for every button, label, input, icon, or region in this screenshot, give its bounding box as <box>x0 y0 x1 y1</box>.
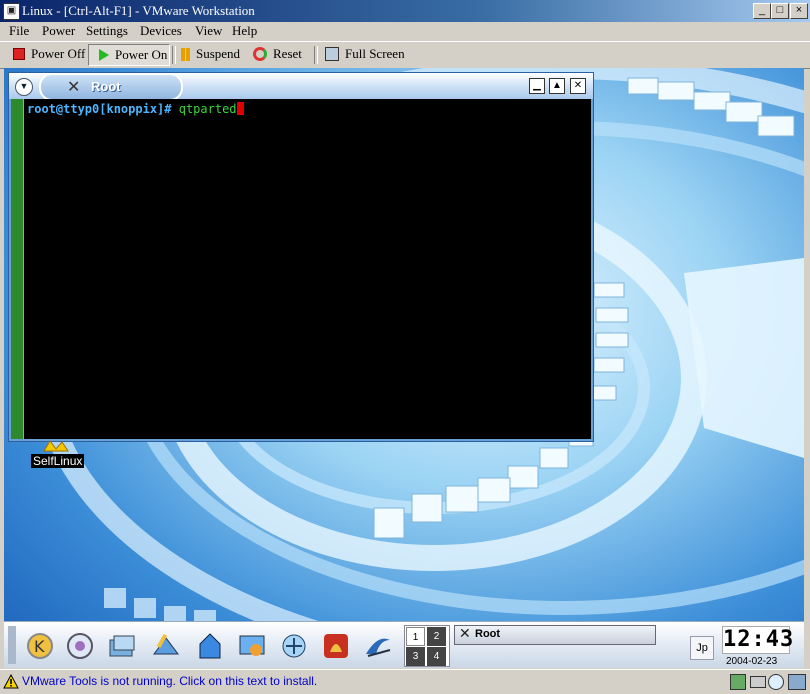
menu-view[interactable]: View <box>195 23 222 39</box>
pager-desktop-2[interactable]: 2 <box>427 627 446 646</box>
terminal-title-bar[interactable]: ▼ ✕ Root ▁ ▲ ✕ <box>9 73 593 101</box>
openoffice-icon[interactable] <box>362 630 394 662</box>
desktop-icon[interactable] <box>150 630 182 662</box>
clock-date: 2004-02-23 <box>726 656 778 667</box>
kde-menu-icon[interactable]: K <box>24 630 56 662</box>
menu-devices[interactable]: Devices <box>140 23 182 39</box>
shell-prompt: root@ttyp0[knoppix]# <box>27 102 179 116</box>
pager-desktop-1[interactable]: 1 <box>406 627 425 646</box>
suspend-button[interactable]: Suspend <box>176 44 246 64</box>
window-title-bar[interactable]: ▣ Linux - [Ctrl-Alt-F1] - VMware Worksta… <box>0 0 810 22</box>
hard-disk-icon[interactable] <box>750 676 766 688</box>
taskbar-entry-root[interactable]: ✕ Root <box>454 625 656 645</box>
mozilla-icon[interactable] <box>320 630 352 662</box>
taskbar-entry-label: Root <box>475 628 501 640</box>
svg-text:K: K <box>34 637 45 656</box>
terminal-line: root@ttyp0[knoppix]# qtparted <box>27 102 244 116</box>
full-screen-label: Full Screen <box>345 46 405 61</box>
cdrom-device-icon[interactable] <box>768 674 784 690</box>
power-on-button[interactable]: Power On <box>88 44 170 66</box>
terminal-title-tab[interactable]: ✕ Root <box>39 73 183 101</box>
x-logo-icon: ✕ <box>67 79 81 96</box>
home-folder-icon[interactable] <box>194 630 226 662</box>
reset-arrows-icon <box>253 47 267 61</box>
keyboard-layout-icon[interactable]: Jp <box>690 636 714 660</box>
terminal-minimize-button[interactable]: ▁ <box>529 78 545 94</box>
menu-bar: File Power Settings Devices View Help <box>0 22 810 40</box>
vmware-app-icon: ▣ <box>3 3 20 20</box>
window-list-icon[interactable] <box>106 630 138 662</box>
pause-icon <box>181 47 190 61</box>
vm-screen[interactable]: ▼ ✕ Root ▁ ▲ ✕ root@ttyp0[knoppix]# qtpa… <box>4 68 804 668</box>
terminal-title: Root <box>91 79 121 94</box>
selflinux-label[interactable]: SelfLinux <box>31 454 85 468</box>
terminal-maximize-button[interactable]: ▲ <box>549 78 565 94</box>
terminal-window[interactable]: ▼ ✕ Root ▁ ▲ ✕ root@ttyp0[knoppix]# qtpa… <box>8 72 594 442</box>
x-logo-icon: ✕ <box>459 625 471 641</box>
power-off-button[interactable]: Power Off <box>8 44 86 64</box>
terminal-close-button[interactable]: ✕ <box>570 78 586 94</box>
toolbar: Power Off Power On Suspend Reset Full Sc… <box>0 41 810 69</box>
pager-desktop-4[interactable]: 4 <box>427 647 446 666</box>
power-off-label: Power Off <box>31 46 86 61</box>
menu-file[interactable]: File <box>9 23 29 39</box>
minimize-button[interactable]: _ <box>753 3 771 19</box>
network-device-icon[interactable] <box>788 674 806 690</box>
close-button[interactable]: × <box>790 3 808 19</box>
menu-power[interactable]: Power <box>42 23 75 39</box>
reset-label: Reset <box>273 46 302 61</box>
clock[interactable]: 12:43 <box>722 626 793 654</box>
terminal-scrollbar[interactable] <box>11 99 24 439</box>
terminal-body[interactable]: root@ttyp0[knoppix]# qtparted <box>11 99 591 439</box>
vmware-tools-install-link[interactable]: VMware Tools is not running. Click on th… <box>22 674 317 688</box>
panel-hide-handle[interactable] <box>8 626 16 664</box>
floppy-device-icon[interactable] <box>730 674 746 690</box>
window-menu-icon[interactable]: ▼ <box>15 78 33 96</box>
full-screen-icon <box>325 47 339 61</box>
menu-help[interactable]: Help <box>232 23 257 39</box>
typed-command: qtparted <box>178 102 237 116</box>
kde-taskbar: K 1 2 3 4 ✕ Root Jp 12:43 2004-02-23 <box>4 621 804 668</box>
suspend-label: Suspend <box>196 46 241 61</box>
text-cursor <box>236 102 244 115</box>
maximize-button[interactable]: □ <box>771 3 789 19</box>
warning-icon <box>3 674 19 689</box>
konqueror-icon[interactable] <box>278 630 310 662</box>
window-title: Linux - [Ctrl-Alt-F1] - VMware Workstati… <box>22 3 255 18</box>
pager-desktop-3[interactable]: 3 <box>406 647 425 666</box>
menu-settings[interactable]: Settings <box>86 23 128 39</box>
selflinux-icon[interactable] <box>42 439 70 453</box>
reset-button[interactable]: Reset <box>248 44 308 64</box>
full-screen-button[interactable]: Full Screen <box>320 44 406 64</box>
knoppix-icon[interactable] <box>64 630 96 662</box>
power-on-label: Power On <box>115 47 168 62</box>
control-center-icon[interactable] <box>236 630 268 662</box>
play-triangle-icon <box>99 49 109 61</box>
desktop-pager: 1 2 3 4 <box>404 625 450 667</box>
stop-square-icon <box>13 48 25 60</box>
status-bar: VMware Tools is not running. Click on th… <box>0 669 810 694</box>
